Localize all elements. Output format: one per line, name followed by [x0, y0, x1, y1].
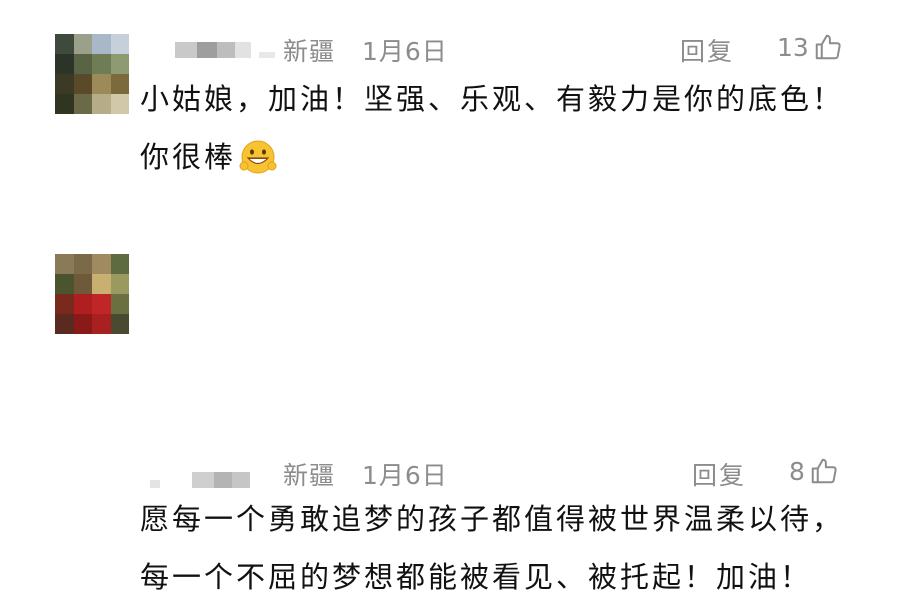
- reply-button[interactable]: 回复: [680, 32, 734, 68]
- like-count: 13: [777, 32, 809, 62]
- comment-item: 新疆 1月6日 回复 8 愿每一个勇敢追梦的孩子都值得被世界温柔以待，每一个不屈…: [0, 210, 900, 594]
- avatar[interactable]: [55, 254, 129, 334]
- thumbs-up-icon: [811, 458, 837, 484]
- region-label: 新疆: [283, 37, 336, 66]
- username-blurred[interactable]: [150, 472, 260, 488]
- comment-text: 小姑娘，加油！坚强、乐观、有毅力是你的底色！你很棒: [140, 70, 870, 186]
- reply-button[interactable]: 回复: [692, 456, 746, 492]
- comment-date: 1月6日: [362, 37, 448, 66]
- thumbs-up-icon: [815, 34, 841, 60]
- username-blurred[interactable]: [175, 42, 285, 58]
- comment-date: 1月6日: [362, 461, 448, 490]
- region-label: 新疆: [283, 461, 336, 490]
- comment-body: 愿每一个勇敢追梦的孩子都值得被世界温柔以待，每一个不屈的梦想都能被看见、被托起！…: [140, 502, 845, 594]
- grinning-face-emoji-icon: [239, 140, 277, 174]
- like-count: 8: [789, 456, 805, 486]
- like-button[interactable]: 13: [777, 32, 843, 62]
- comment-text: 愿每一个勇敢追梦的孩子都值得被世界温柔以待，每一个不屈的梦想都能被看见、被托起！…: [140, 490, 870, 606]
- like-button[interactable]: 8: [789, 456, 839, 486]
- avatar[interactable]: [55, 34, 129, 114]
- comment-item: 新疆 1月6日 回复 13 小姑娘，加油！坚强、乐观、有毅力是你的底色！你很棒: [0, 0, 900, 210]
